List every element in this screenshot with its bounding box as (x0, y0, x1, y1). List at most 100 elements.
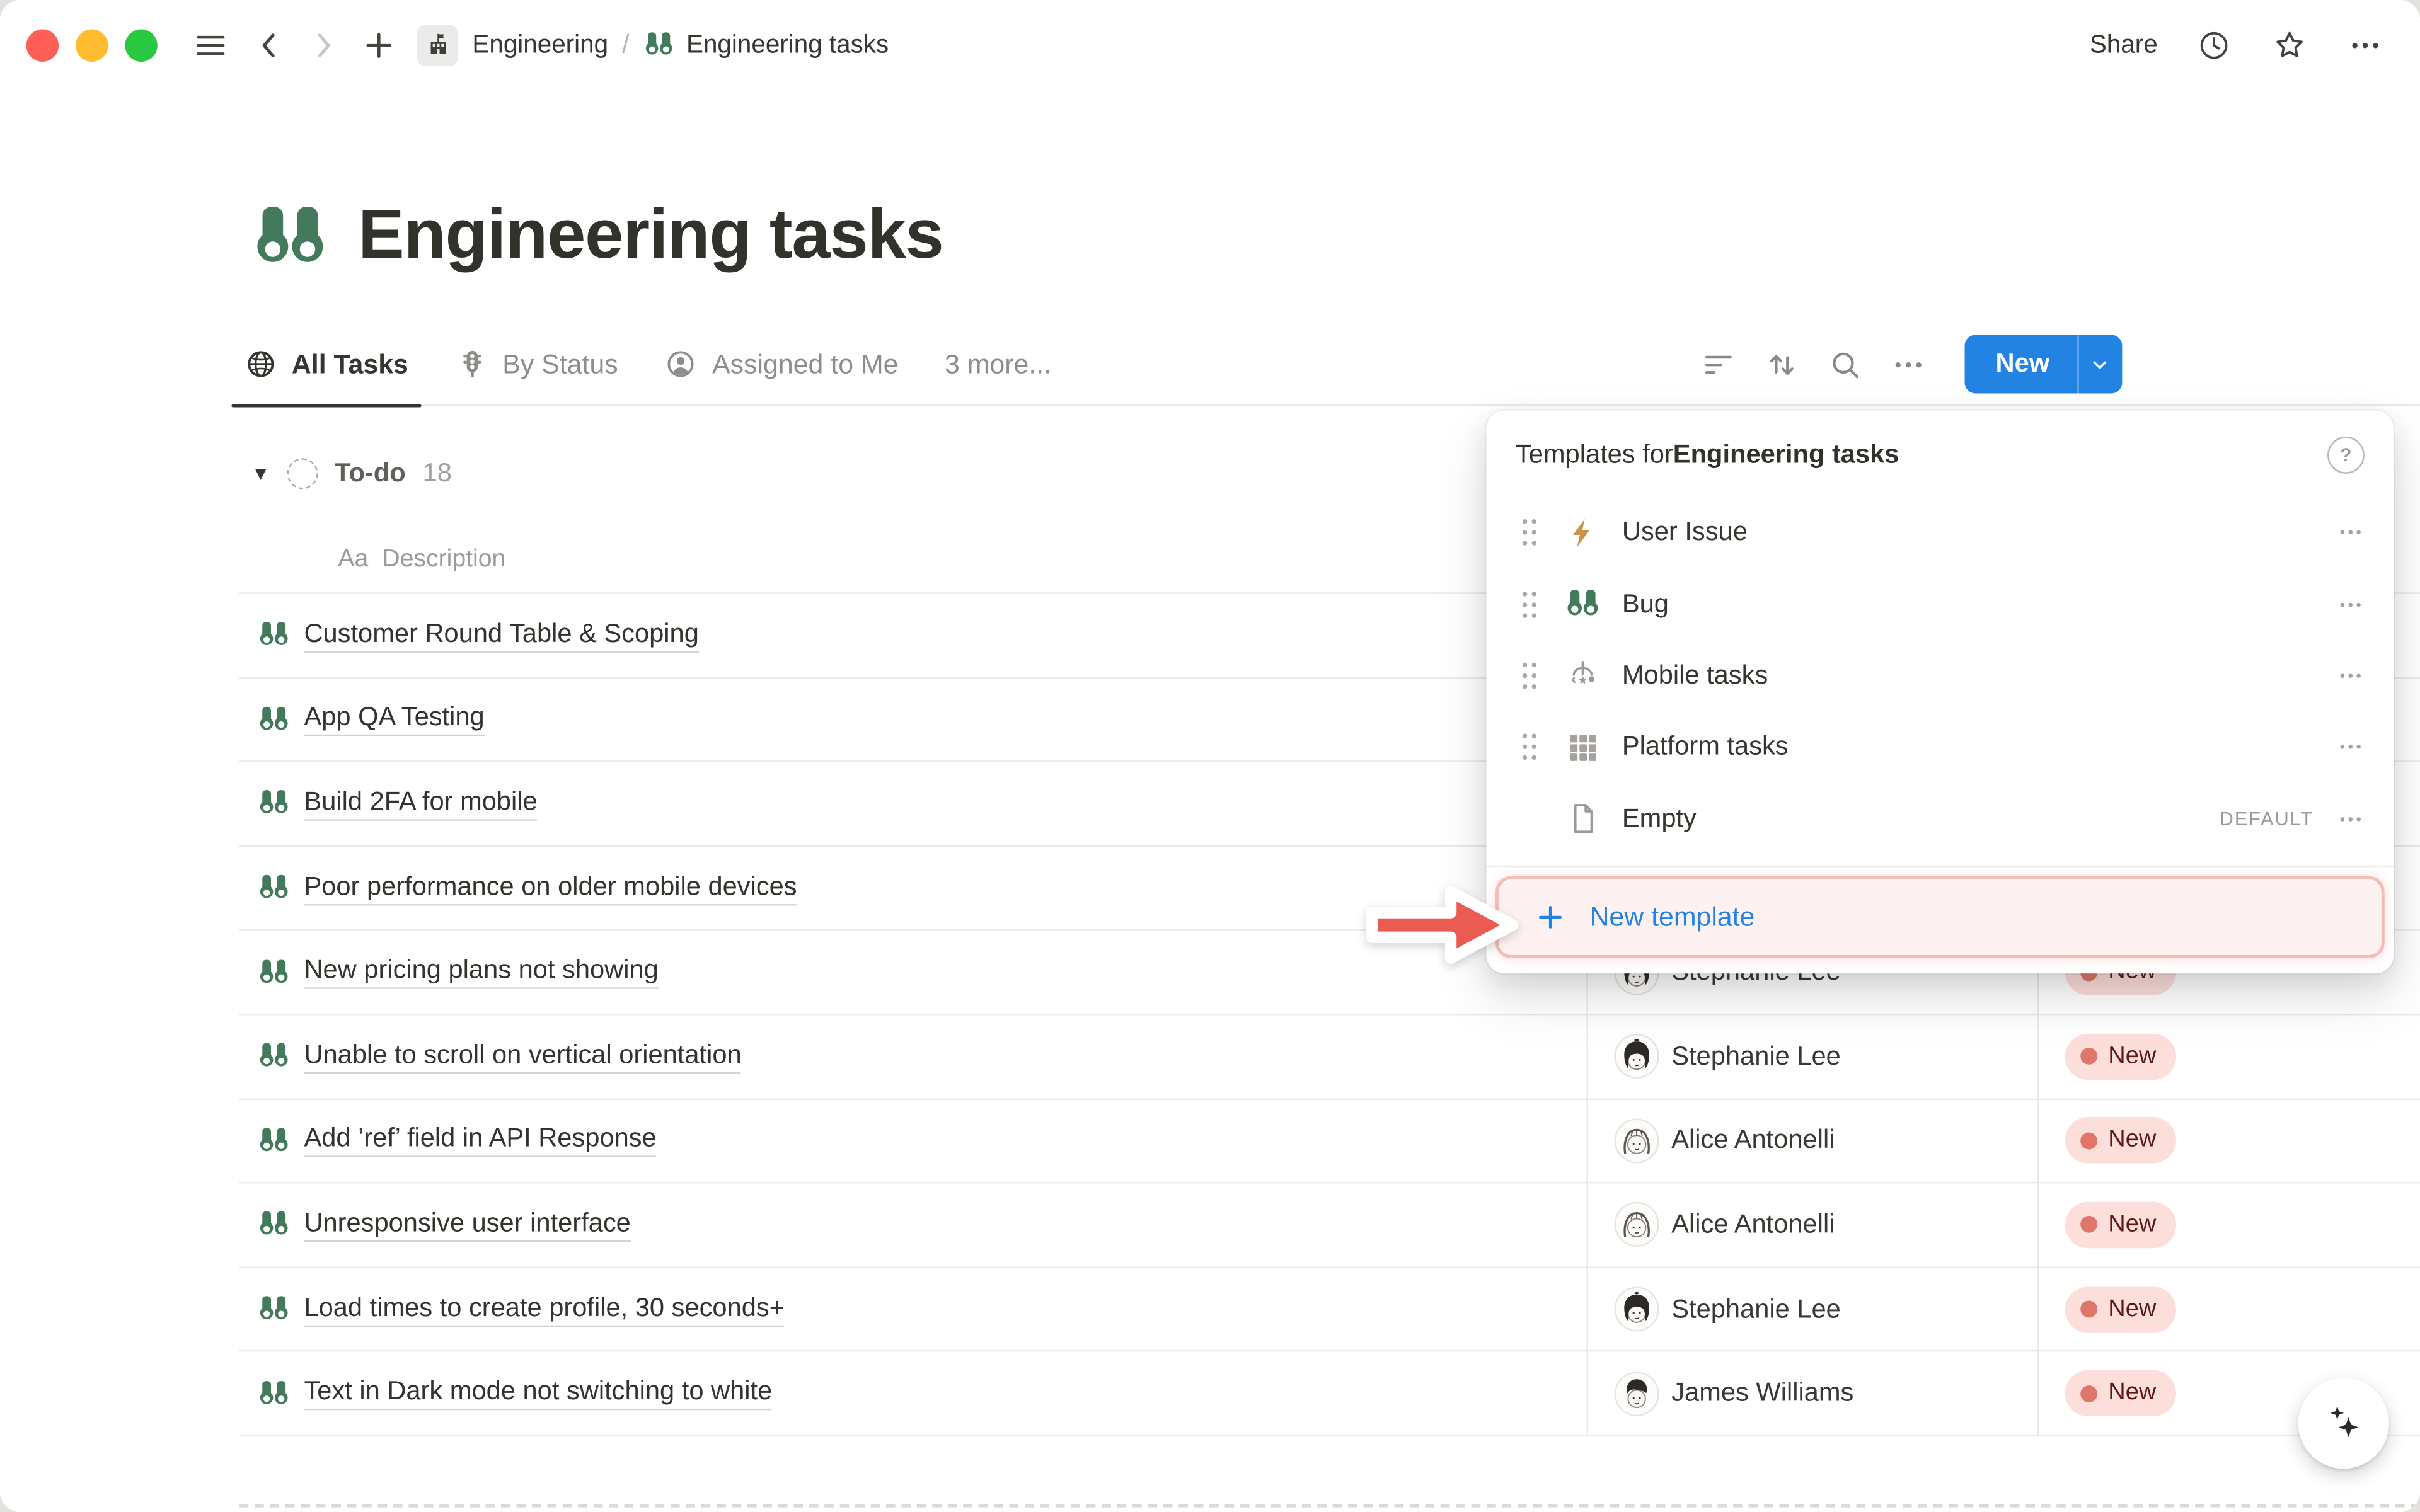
help-icon[interactable]: ? (2327, 437, 2365, 474)
task-title-link[interactable]: New pricing plans not showing (304, 955, 658, 989)
status-dot-icon (2080, 1048, 2097, 1065)
assignee-cell[interactable]: Stephanie Lee (1587, 1015, 2037, 1097)
page-title[interactable]: Engineering tasks (358, 195, 943, 275)
template-options-icon[interactable] (2337, 518, 2365, 546)
forward-icon[interactable] (304, 25, 342, 64)
share-button[interactable]: Share (2090, 30, 2158, 60)
person-circle-icon (664, 347, 698, 381)
breadcrumb-page[interactable]: Engineering tasks (686, 30, 889, 60)
assignee-name: Stephanie Lee (1671, 1041, 1841, 1072)
binoculars-icon (258, 1209, 290, 1241)
more-options-icon[interactable] (2346, 25, 2384, 64)
binoculars-icon (1562, 584, 1602, 624)
back-icon[interactable] (250, 25, 289, 64)
new-button-label[interactable]: New (1965, 335, 2078, 393)
binoculars-icon (258, 1293, 290, 1325)
status-cell[interactable]: New (2037, 1099, 2176, 1182)
updates-clock-icon[interactable] (2194, 25, 2233, 64)
templates-title-name: Engineering tasks (1673, 440, 1899, 471)
task-title-link[interactable]: Poor performance on older mobile devices (304, 871, 797, 905)
drag-handle-icon[interactable] (1517, 587, 1541, 621)
status-cell[interactable]: New (2037, 1268, 2176, 1350)
tab-label: By Status (502, 348, 618, 380)
status-cell[interactable]: New (2037, 1184, 2176, 1266)
assignee-cell[interactable]: Alice Antonelli (1587, 1099, 2037, 1182)
status-label: New (2108, 1211, 2156, 1239)
breadcrumb-space[interactable]: Engineering (472, 30, 608, 60)
favorite-star-icon[interactable] (2270, 25, 2308, 64)
task-title-cell: Build 2FA for mobile (258, 762, 538, 845)
binoculars-icon (258, 1377, 290, 1409)
task-title-link[interactable]: Text in Dark mode not switching to white (304, 1377, 772, 1411)
binoculars-icon (258, 703, 290, 735)
zoom-window-button[interactable] (125, 28, 157, 60)
teamspace-building-icon[interactable] (417, 24, 458, 66)
search-icon[interactable] (1824, 344, 1865, 384)
drag-handle-icon[interactable] (1517, 515, 1541, 549)
new-template-label: New template (1589, 901, 1754, 933)
task-title-cell: Poor performance on older mobile devices (258, 847, 797, 929)
avatar (1616, 1288, 1657, 1330)
task-title-link[interactable]: Unresponsive user interface (304, 1208, 630, 1242)
template-item-bug[interactable]: Bug (1486, 568, 2394, 640)
task-title-link[interactable]: Load times to create profile, 30 seconds… (304, 1292, 785, 1326)
minimize-window-button[interactable] (76, 28, 108, 60)
template-options-icon[interactable] (2337, 590, 2365, 618)
sort-icon[interactable] (1761, 344, 1801, 384)
binoculars-icon (643, 30, 674, 60)
tab-by-status[interactable]: By Status (442, 323, 631, 406)
view-options-icon[interactable] (1887, 344, 1928, 384)
notion-ai-button[interactable] (2298, 1378, 2389, 1469)
breadcrumb: Engineering / Engineering tasks (417, 24, 889, 66)
task-title-cell: Customer Round Table & Scoping (258, 594, 699, 677)
template-options-icon[interactable] (2337, 733, 2365, 761)
task-title-link[interactable]: Unable to scroll on vertical orientation (304, 1040, 741, 1074)
template-item-empty[interactable]: Empty DEFAULT (1486, 783, 2394, 855)
drag-handle-icon[interactable] (1517, 730, 1541, 764)
task-title-link[interactable]: Customer Round Table & Scoping (304, 619, 698, 653)
template-options-icon[interactable] (2337, 805, 2365, 833)
binoculars-icon (258, 1040, 290, 1072)
group-name[interactable]: To-do (335, 458, 406, 489)
status-badge: New (2065, 1370, 2176, 1416)
status-cell[interactable]: New (2037, 1352, 2176, 1435)
new-button-dropdown[interactable] (2079, 335, 2123, 393)
template-options-icon[interactable] (2337, 662, 2365, 690)
drag-handle-icon[interactable] (1517, 659, 1541, 693)
tab-all-tasks[interactable]: All Tasks (231, 323, 420, 406)
status-badge: New (2065, 1286, 2176, 1332)
sidebar-menu-icon[interactable] (192, 25, 230, 64)
status-dot-icon (2080, 1132, 2097, 1149)
assignee-cell[interactable]: Stephanie Lee (1587, 1268, 2037, 1350)
task-title-cell: Load times to create profile, 30 seconds… (258, 1268, 785, 1350)
tab-assigned-to-me[interactable]: Assigned to Me (652, 323, 911, 406)
column-header-description[interactable]: Aa Description (338, 536, 505, 585)
task-title-link[interactable]: Add ’ref’ field in API Response (304, 1124, 656, 1158)
binoculars-icon (258, 788, 290, 820)
new-page-icon[interactable] (360, 25, 398, 64)
baby-mobile-icon (1562, 656, 1602, 696)
template-item-mobile-tasks[interactable]: Mobile tasks (1486, 640, 2394, 712)
new-button[interactable]: New (1965, 335, 2123, 393)
assignee-cell[interactable]: James Williams (1587, 1352, 2037, 1435)
new-template-button[interactable]: New template (1495, 876, 2385, 958)
assignee-cell[interactable]: Alice Antonelli (1587, 1184, 2037, 1266)
tab-more-views[interactable]: 3 more... (932, 323, 1063, 406)
close-window-button[interactable] (26, 28, 59, 60)
status-cell[interactable]: New (2037, 1015, 2176, 1097)
task-title-link[interactable]: Build 2FA for mobile (304, 787, 537, 821)
template-item-platform-tasks[interactable]: Platform tasks (1486, 711, 2394, 783)
text-type-icon: Aa (338, 546, 368, 574)
todo-status-icon (287, 458, 318, 489)
window-controls (0, 28, 158, 60)
filter-icon[interactable] (1698, 344, 1738, 384)
column-header-label: Description (382, 546, 505, 574)
template-item-user-issue[interactable]: User Issue (1486, 497, 2394, 569)
status-label: New (2108, 1127, 2156, 1155)
page-binoculars-icon[interactable] (251, 199, 328, 276)
task-title-link[interactable]: App QA Testing (304, 702, 484, 736)
status-badge: New (2065, 1202, 2176, 1248)
collapse-triangle-icon[interactable]: ▼ (251, 464, 270, 483)
task-title-cell: App QA Testing (258, 679, 485, 761)
tab-label: All Tasks (292, 348, 408, 380)
